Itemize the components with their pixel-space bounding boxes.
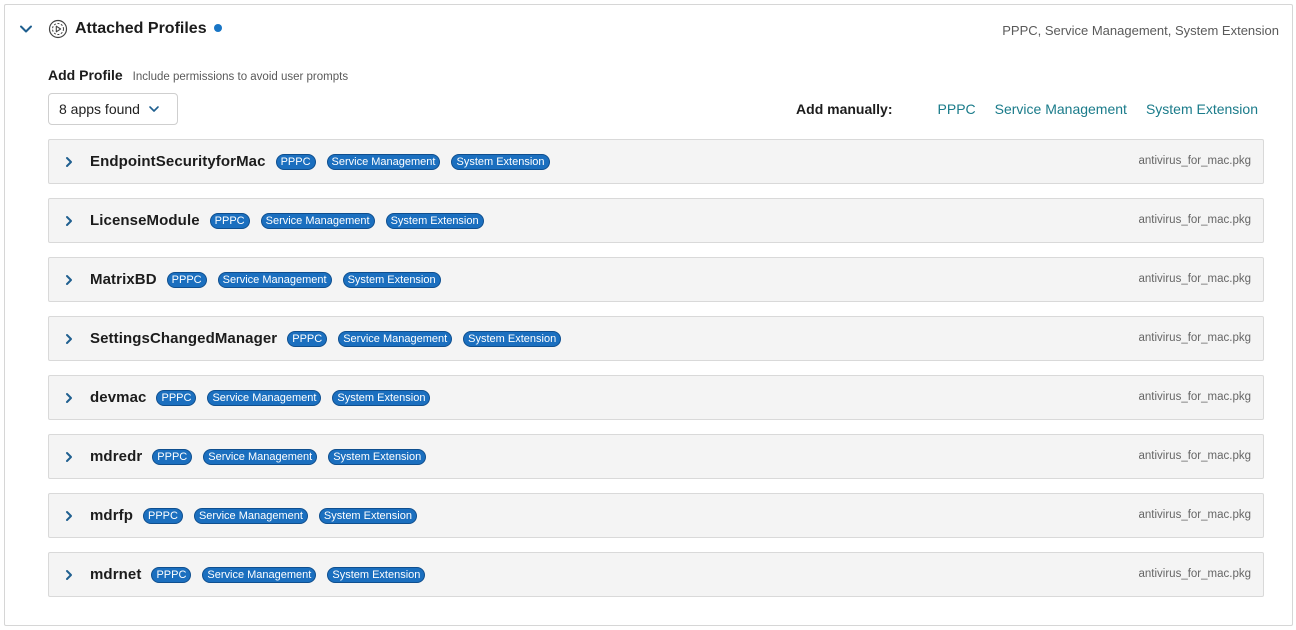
- app-row-content: EndpointSecurityforMac PPPC Service Manage…: [90, 140, 561, 183]
- panel-header[interactable]: Attached Profiles PPPC, Service Manageme…: [5, 5, 1292, 53]
- chevron-right-icon[interactable]: [63, 510, 75, 522]
- profile-tag-badge: Service Management: [338, 330, 453, 347]
- app-package-name: antivirus_for_mac.pkg: [1138, 509, 1252, 521]
- app-row[interactable]: mdrnet PPPC Service Management System Exten…: [48, 552, 1264, 597]
- app-row-content: LicenseModule PPPC Service Management Syste…: [90, 199, 495, 242]
- app-package-name: antivirus_for_mac.pkg: [1138, 155, 1252, 167]
- app-row[interactable]: EndpointSecurityforMac PPPC Service Manage…: [48, 139, 1264, 184]
- apps-found-dropdown[interactable]: 8 apps found: [48, 93, 178, 125]
- app-row-content: mdrnet PPPC Service Management System Exten…: [90, 553, 436, 596]
- attached-profiles-panel: Attached Profiles PPPC, Service Manageme…: [4, 4, 1293, 626]
- chevron-right-icon[interactable]: [63, 451, 75, 463]
- status-dot: [214, 24, 222, 32]
- add-manual-system-extension-link[interactable]: System Extension: [1146, 101, 1258, 117]
- chevron-down-icon[interactable]: [19, 22, 33, 36]
- chevron-right-icon[interactable]: [63, 392, 75, 404]
- app-package-name: antivirus_for_mac.pkg: [1138, 273, 1252, 285]
- add-profile-title: Add Profile: [48, 67, 123, 83]
- app-row[interactable]: mdredr PPPC Service Management System Exten…: [48, 434, 1264, 479]
- chevron-down-icon: [149, 106, 159, 112]
- profile-tag-badge: System Extension: [327, 566, 426, 583]
- profile-tag-badge: Service Management: [193, 507, 308, 524]
- app-package-name: antivirus_for_mac.pkg: [1138, 214, 1252, 226]
- profile-tag-badge: Service Management: [326, 153, 441, 170]
- header-summary: PPPC, Service Management, System Extensi…: [1002, 23, 1279, 38]
- profile-tag-badge: PPPC: [275, 153, 316, 170]
- chevron-right-icon[interactable]: [63, 569, 75, 581]
- add-profile-heading: Add Profile Include permissions to avoid…: [48, 67, 348, 85]
- profile-tag-badge: Service Management: [260, 212, 375, 229]
- profile-tag-badge: Service Management: [202, 566, 317, 583]
- page-title: Attached Profiles: [75, 20, 207, 37]
- profile-tag-badge: System Extension: [451, 153, 550, 170]
- chevron-right-icon[interactable]: [63, 156, 75, 168]
- profile-tag-badge: System Extension: [332, 389, 431, 406]
- app-row[interactable]: devmac PPPC Service Management System Exten…: [48, 375, 1264, 420]
- app-row[interactable]: SettingsChangedManager PPPC Service Manage…: [48, 316, 1264, 361]
- chevron-right-icon[interactable]: [63, 333, 75, 345]
- app-package-name: antivirus_for_mac.pkg: [1138, 391, 1252, 403]
- app-row-content: SettingsChangedManager PPPC Service Manage…: [90, 317, 572, 360]
- app-row-content: devmac PPPC Service Management System Exten…: [90, 376, 441, 419]
- app-row-content: MatrixBD PPPC Service Management System Ext…: [90, 258, 452, 301]
- app-name: mdrfp: [90, 507, 133, 524]
- app-name: MatrixBD: [90, 271, 157, 288]
- app-row[interactable]: MatrixBD PPPC Service Management System Ext…: [48, 257, 1264, 302]
- profile-tag-badge: System Extension: [385, 212, 484, 229]
- app-name: EndpointSecurityforMac: [90, 153, 266, 170]
- app-row[interactable]: mdrfp PPPC Service Management System Extens…: [48, 493, 1264, 538]
- chevron-right-icon[interactable]: [63, 274, 75, 286]
- app-row[interactable]: LicenseModule PPPC Service Management Syste…: [48, 198, 1264, 243]
- profile-tag-badge: System Extension: [328, 448, 427, 465]
- profile-tag-badge: System Extension: [318, 507, 417, 524]
- app-package-name: antivirus_for_mac.pkg: [1138, 568, 1252, 580]
- app-name: mdrnet: [90, 566, 142, 583]
- profile-tag-badge: Service Management: [207, 389, 322, 406]
- app-name: devmac: [90, 389, 147, 406]
- app-list: EndpointSecurityforMac PPPC Service Manage…: [48, 139, 1264, 611]
- profile-tag-badge: PPPC: [143, 507, 183, 524]
- add-manually-row: Add manually: PPPC Service Management Sy…: [796, 100, 1258, 118]
- add-manual-pppc-link[interactable]: PPPC: [938, 101, 976, 117]
- app-name: SettingsChangedManager: [90, 330, 278, 347]
- profile-tag-badge: Service Management: [217, 271, 332, 288]
- apps-found-label: 8 apps found: [59, 101, 140, 117]
- app-row-content: mdredr PPPC Service Management System Exten…: [90, 435, 437, 478]
- profile-tag-badge: PPPC: [151, 566, 192, 583]
- profile-tag-badge: Service Management: [203, 448, 318, 465]
- profile-tag-badge: System Extension: [463, 330, 562, 347]
- app-name: mdredr: [90, 448, 143, 465]
- add-manually-label: Add manually:: [796, 101, 893, 117]
- profile-tag-badge: PPPC: [287, 330, 328, 347]
- profile-tag-badge: PPPC: [209, 212, 250, 229]
- profile-tag-badge: PPPC: [166, 271, 207, 288]
- profile-tag-badge: System Extension: [342, 271, 441, 288]
- app-row-content: mdrfp PPPC Service Management System Extens…: [90, 494, 428, 537]
- profile-tag-badge: PPPC: [156, 389, 197, 406]
- app-package-name: antivirus_for_mac.pkg: [1138, 450, 1252, 462]
- profile-tag-badge: PPPC: [152, 448, 193, 465]
- chevron-right-icon[interactable]: [63, 215, 75, 227]
- add-manual-service-management-link[interactable]: Service Management: [995, 101, 1127, 117]
- add-profile-hint: Include permissions to avoid user prompt…: [132, 71, 349, 83]
- profile-settings-icon: [48, 19, 68, 39]
- app-package-name: antivirus_for_mac.pkg: [1138, 332, 1252, 344]
- app-name: LicenseModule: [90, 212, 200, 229]
